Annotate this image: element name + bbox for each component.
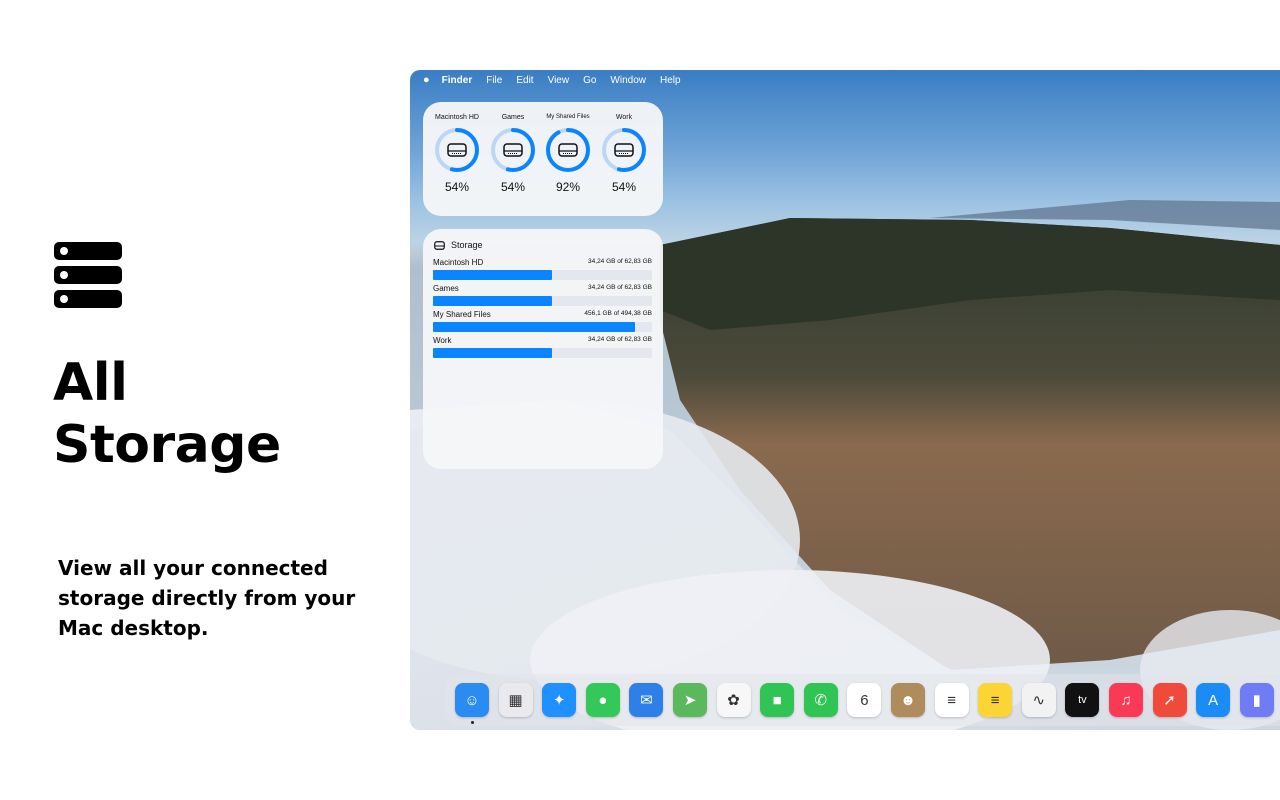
drive-ring-icon bbox=[602, 128, 646, 172]
headline-line-1: All bbox=[53, 353, 128, 413]
storage-row-size: 456,1 GB of 494,38 GB bbox=[584, 310, 652, 317]
storage-usage-fill bbox=[433, 322, 636, 332]
drive-name: My Shared Files bbox=[546, 114, 590, 120]
messages-icon[interactable]: ● bbox=[585, 683, 620, 717]
storage-row-size: 34,24 GB of 62,83 GB bbox=[588, 258, 652, 265]
drive-percent: 92% bbox=[555, 180, 581, 194]
phone-icon[interactable]: ✆ bbox=[803, 683, 838, 717]
mac-desktop-screen: ● Finder File Edit View Go Window Help M… bbox=[410, 70, 1280, 730]
maps-icon[interactable]: ➤ bbox=[673, 683, 707, 717]
storage-app-icon[interactable]: ▮ bbox=[1239, 683, 1274, 717]
calendar-icon[interactable]: 6 bbox=[847, 683, 882, 717]
drive-name: Games bbox=[501, 114, 525, 121]
headline: All Storage bbox=[53, 352, 281, 476]
drive-macintosh-hd: Macintosh HD 54% bbox=[429, 114, 485, 194]
disks-widget[interactable]: Macintosh HD 54% Games 54% My Shared Fil… bbox=[423, 102, 663, 216]
storage-widget-title: Storage bbox=[451, 240, 483, 250]
drive-percent: 54% bbox=[444, 180, 470, 194]
apple-menu-icon[interactable]: ● bbox=[423, 74, 430, 86]
menu-file[interactable]: File bbox=[486, 75, 502, 86]
mail-icon[interactable]: ✉ bbox=[629, 683, 664, 717]
storage-row-size: 34,24 GB of 62,83 GB bbox=[588, 284, 652, 291]
description-text: View all your connected storage directly… bbox=[58, 556, 356, 640]
menu-view[interactable]: View bbox=[548, 75, 570, 86]
drive-games: Games 54% bbox=[485, 114, 541, 194]
drive-ring-icon bbox=[491, 128, 535, 172]
safari-icon[interactable]: ✦ bbox=[542, 683, 577, 717]
music-icon[interactable]: ♫ bbox=[1109, 683, 1143, 717]
freeform-icon[interactable]: ∿ bbox=[1021, 683, 1056, 717]
storage-row-name: Macintosh HD bbox=[433, 258, 484, 267]
notes-icon[interactable]: ≡ bbox=[978, 683, 1013, 717]
finder-icon[interactable]: ☺ bbox=[455, 683, 489, 717]
storage-usage-bar bbox=[433, 296, 652, 306]
storage-widget[interactable]: Storage Macintosh HD 34,24 GB of 62,83 G… bbox=[423, 229, 663, 469]
storage-row-name: Work bbox=[433, 336, 452, 345]
contacts-icon[interactable]: ☻ bbox=[891, 683, 925, 717]
drive-name: Macintosh HD bbox=[435, 114, 479, 121]
storage-usage-fill bbox=[433, 296, 553, 306]
drive-percent: 54% bbox=[611, 180, 637, 194]
storage-row-name: My Shared Files bbox=[433, 310, 491, 319]
reminders-icon[interactable]: ≡ bbox=[934, 683, 969, 717]
storage-row-name: Games bbox=[433, 284, 459, 293]
storage-usage-bar bbox=[433, 270, 652, 280]
rocket-icon[interactable]: ➚ bbox=[1152, 683, 1187, 717]
storage-usage-bar bbox=[433, 348, 652, 358]
headline-line-2: Storage bbox=[53, 415, 281, 475]
menu-bar: ● Finder File Edit View Go Window Help bbox=[410, 70, 1280, 90]
apple-tv-icon[interactable]: tv bbox=[1065, 683, 1100, 717]
menu-go[interactable]: Go bbox=[583, 75, 596, 86]
launchpad-icon[interactable]: ▦ bbox=[498, 683, 533, 717]
storage-widget-header: Storage bbox=[434, 240, 483, 250]
drive-name: Work bbox=[615, 114, 633, 121]
storage-usage-fill bbox=[433, 270, 553, 280]
drive-percent: 54% bbox=[500, 180, 526, 194]
drive-my-shared-files: My Shared Files 92% bbox=[540, 114, 596, 194]
photos-icon[interactable]: ✿ bbox=[716, 683, 751, 717]
server-stack-icon bbox=[54, 242, 122, 314]
storage-usage-bar bbox=[433, 322, 652, 332]
storage-row-size: 34,24 GB of 62,83 GB bbox=[588, 336, 652, 343]
storage-usage-fill bbox=[433, 348, 553, 358]
drive-ring-icon bbox=[435, 128, 479, 172]
dock: ☺ ▦ ✦ ● ✉ ➤ ✿ ■ ✆ 6 ☻ ≡ ≡ ∿ tv ♫ ➚ A ▮ bbox=[445, 674, 1280, 726]
menu-window[interactable]: Window bbox=[610, 75, 646, 86]
drive-work: Work 54% bbox=[596, 114, 652, 194]
menu-finder[interactable]: Finder bbox=[442, 75, 473, 86]
app-store-icon[interactable]: A bbox=[1196, 683, 1231, 717]
menu-help[interactable]: Help bbox=[660, 75, 681, 86]
running-indicator bbox=[470, 721, 474, 724]
hard-drive-icon bbox=[434, 240, 445, 250]
drive-ring-icon bbox=[546, 128, 590, 172]
facetime-icon[interactable]: ■ bbox=[760, 683, 795, 717]
menu-edit[interactable]: Edit bbox=[516, 75, 533, 86]
